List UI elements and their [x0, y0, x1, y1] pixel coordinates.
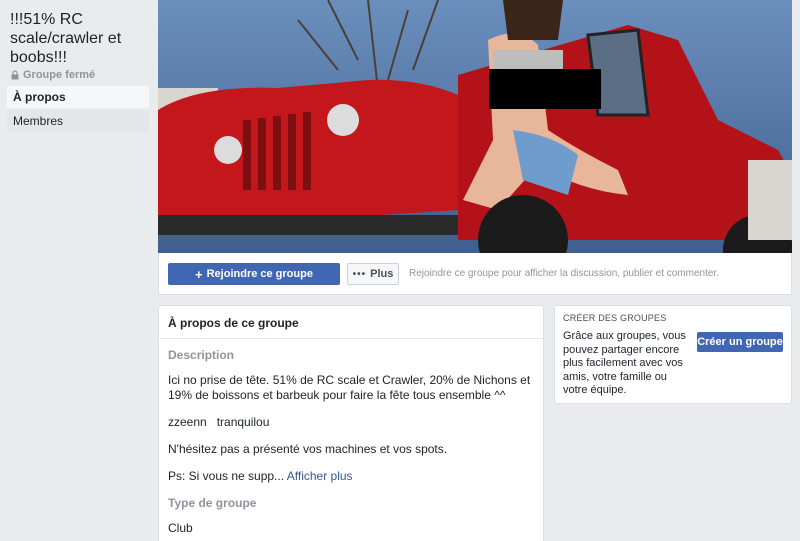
- description-paragraph-4: Ps: Si vous ne supp... Afficher plus: [168, 469, 534, 484]
- join-group-button[interactable]: + Rejoindre ce groupe: [168, 263, 340, 285]
- join-hint-text: Rejoindre ce groupe pour afficher la dis…: [409, 268, 719, 279]
- group-title[interactable]: !!!51% RC scale/crawler et boobs!!!: [10, 10, 150, 67]
- group-cover-photo: [158, 0, 792, 253]
- about-card-body: Description Ici no prise de tête. 51% de…: [159, 339, 543, 535]
- create-group-card: CRÉER DES GROUPES Grâce aux groupes, vou…: [554, 305, 792, 404]
- description-label: Description: [168, 348, 235, 362]
- create-group-text: Grâce aux groupes, vous pouvez partager …: [563, 330, 686, 396]
- left-sidebar: !!!51% RC scale/crawler et boobs!!! Grou…: [0, 0, 158, 541]
- nav-item-members[interactable]: Membres: [7, 110, 149, 132]
- more-label: Plus: [370, 268, 394, 280]
- more-dots-icon: •••: [352, 268, 367, 280]
- nav-item-about[interactable]: À propos: [7, 86, 149, 108]
- show-more-link[interactable]: Afficher plus: [287, 469, 353, 483]
- group-action-bar: + Rejoindre ce groupe ••• Plus Rejoindre…: [158, 253, 792, 295]
- about-group-card: À propos de ce groupe Description Ici no…: [158, 305, 544, 541]
- lock-icon: [11, 70, 19, 80]
- group-status-label: Groupe fermé: [23, 69, 96, 81]
- group-type-label: Type de groupe: [168, 496, 257, 510]
- description-paragraph-1: Ici no prise de tête. 51% de RC scale et…: [168, 373, 531, 402]
- cover-image: [158, 0, 792, 253]
- about-card-title: À propos de ce groupe: [159, 306, 543, 339]
- description-paragraph-2: zzeenn tranquilou: [168, 415, 270, 429]
- plus-icon: +: [195, 266, 203, 282]
- join-group-label: Rejoindre ce groupe: [206, 268, 313, 280]
- group-type-value: Club: [168, 521, 193, 535]
- description-truncated-text: Ps: Si vous ne supp...: [168, 469, 285, 483]
- create-group-title: CRÉER DES GROUPES: [563, 313, 667, 323]
- group-privacy-status: Groupe fermé: [10, 69, 95, 81]
- description-paragraph-3: N'hésitez pas a présenté vos machines et…: [168, 442, 448, 456]
- more-button[interactable]: ••• Plus: [347, 263, 399, 285]
- create-group-button[interactable]: Créer un groupe: [697, 332, 783, 352]
